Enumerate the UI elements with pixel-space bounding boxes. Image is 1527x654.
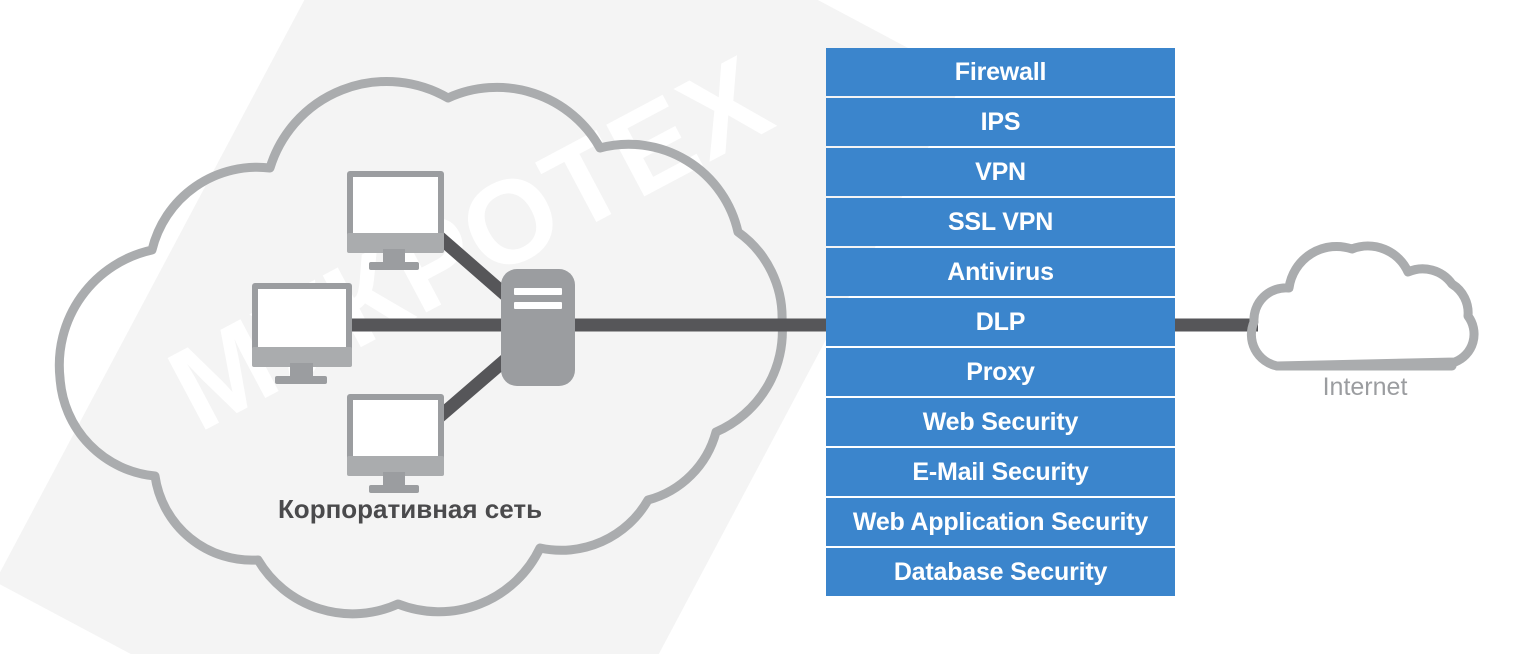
security-layer-database-security[interactable]: Database Security	[826, 548, 1175, 596]
server-icon	[501, 269, 575, 386]
internet-cloud	[1246, 241, 1479, 371]
security-layer-proxy[interactable]: Proxy	[826, 348, 1175, 396]
security-layer-dlp[interactable]: DLP	[826, 298, 1175, 346]
security-layer-vpn[interactable]: VPN	[826, 148, 1175, 196]
network-graphics	[54, 76, 1479, 619]
security-layer-firewall[interactable]: Firewall	[826, 48, 1175, 96]
diagram-canvas: МУКРОТЕХ Корпоративная сеть Internet Fir…	[0, 0, 1527, 654]
internet-label: Internet	[1322, 373, 1408, 401]
security-layer-ips[interactable]: IPS	[826, 98, 1175, 146]
security-layer-email-security[interactable]: E-Mail Security	[826, 448, 1175, 496]
corporate-network-label: Корпоративная сеть	[277, 494, 543, 524]
security-layer-web-application-security[interactable]: Web Application Security	[826, 498, 1175, 546]
security-layer-ssl-vpn[interactable]: SSL VPN	[826, 198, 1175, 246]
security-layer-web-security[interactable]: Web Security	[826, 398, 1175, 446]
security-layer-stack: Firewall IPS VPN SSL VPN Antivirus DLP P…	[826, 48, 1175, 596]
diagram-content: Корпоративная сеть Internet Firewall IPS…	[0, 0, 1527, 654]
corporate-network-cloud	[54, 76, 787, 619]
security-layer-antivirus[interactable]: Antivirus	[826, 248, 1175, 296]
